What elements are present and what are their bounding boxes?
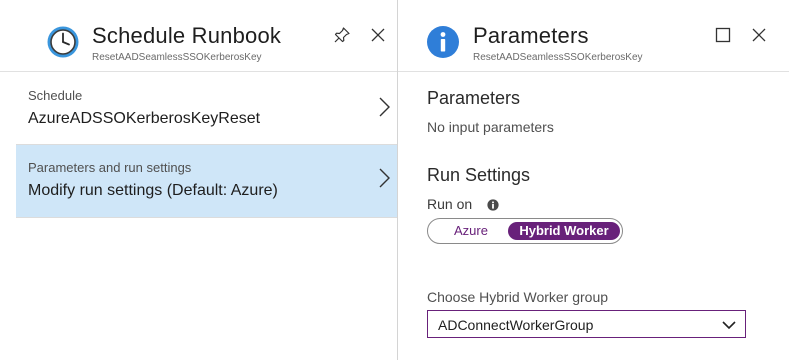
clock-icon <box>47 26 79 58</box>
parameters-heading: Parameters <box>427 88 521 108</box>
run-on-label: Run on <box>427 196 473 212</box>
schedule-runbook-header: Schedule Runbook ResetAADSeamlessSSOKerb… <box>0 0 397 72</box>
chevron-right-icon <box>379 168 390 188</box>
hybrid-worker-group-select[interactable]: ADConnectWorkerGroup <box>427 310 746 338</box>
blade-title: Schedule Runbook <box>92 23 282 48</box>
maximize-button[interactable] <box>710 22 736 48</box>
parameters-text: No input parameters <box>427 119 554 135</box>
worker-group-label: Choose Hybrid Worker group <box>427 289 609 305</box>
schedule-label: Schedule <box>28 88 83 103</box>
run-settings-heading: Run Settings <box>427 165 531 185</box>
blade-title: Parameters <box>473 23 589 48</box>
parameters-run-settings-value: Modify run settings (Default: Azure) <box>28 182 278 199</box>
maximize-icon <box>715 27 731 43</box>
close-button[interactable] <box>746 22 772 48</box>
pin-button[interactable] <box>329 22 355 48</box>
close-icon <box>371 28 385 42</box>
parameters-header: Parameters ResetAADSeamlessSSOKerberosKe… <box>398 0 789 72</box>
info-icon[interactable] <box>487 199 499 211</box>
run-on-azure-option[interactable]: Azure <box>436 222 506 240</box>
chevron-right-icon <box>379 97 390 117</box>
hybrid-worker-group-value: ADConnectWorkerGroup <box>438 317 594 333</box>
parameters-run-settings-label: Parameters and run settings <box>28 160 192 175</box>
info-icon <box>427 26 459 58</box>
run-on-toggle: Azure Hybrid Worker <box>427 218 623 244</box>
parameters-blade: Parameters ResetAADSeamlessSSOKerberosKe… <box>398 0 789 360</box>
chevron-down-icon <box>722 321 736 330</box>
close-icon <box>752 28 766 42</box>
schedule-value: AzureADSSOKerberosKeyReset <box>28 110 261 127</box>
blade-subtitle: ResetAADSeamlessSSOKerberosKey <box>473 52 643 63</box>
schedule-runbook-blade: Schedule Runbook ResetAADSeamlessSSOKerb… <box>0 0 398 360</box>
run-on-hybrid-worker-option[interactable]: Hybrid Worker <box>508 222 620 240</box>
pin-icon <box>334 27 350 43</box>
close-button[interactable] <box>365 22 391 48</box>
blade-subtitle: ResetAADSeamlessSSOKerberosKey <box>92 52 262 63</box>
schedule-list-item[interactable]: Schedule AzureADSSOKerberosKeyReset <box>16 72 397 145</box>
parameters-run-settings-item[interactable]: Parameters and run settings Modify run s… <box>16 145 397 218</box>
